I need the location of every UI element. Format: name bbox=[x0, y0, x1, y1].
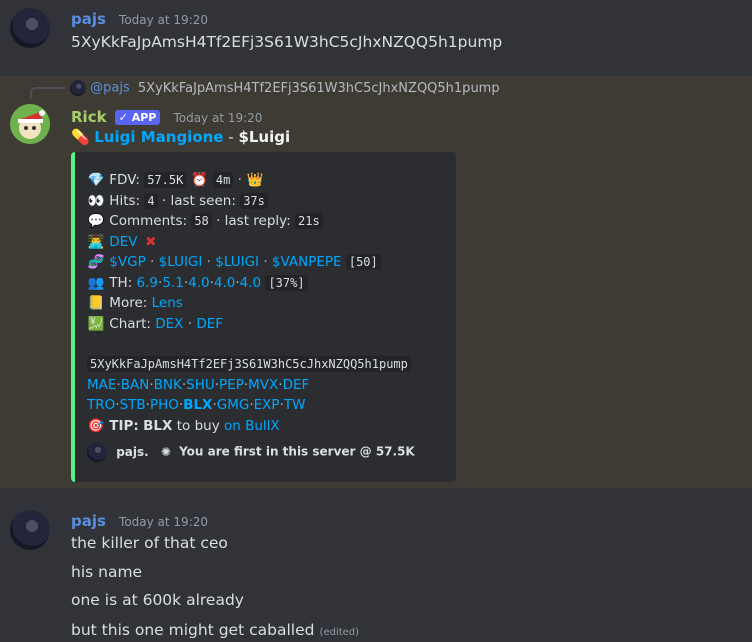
bot-avatar[interactable] bbox=[10, 104, 50, 144]
target-icon: 🎯 bbox=[87, 417, 105, 434]
message-line: one is at 600k already bbox=[71, 591, 244, 609]
th-link[interactable]: 5.1 bbox=[162, 275, 183, 291]
platform-link[interactable]: TRO bbox=[87, 397, 115, 413]
chart-link[interactable]: DEX bbox=[155, 316, 183, 332]
author-name[interactable]: pajs bbox=[71, 10, 106, 28]
th-link[interactable]: 4.0 bbox=[188, 275, 209, 291]
santa-hat-icon bbox=[18, 110, 45, 139]
lens-link[interactable]: Lens bbox=[152, 295, 183, 311]
th-link[interactable]: 4.0 bbox=[240, 275, 261, 291]
platform-link[interactable]: BNK bbox=[154, 377, 182, 393]
reply-spine bbox=[30, 87, 65, 99]
platform-link[interactable]: MVX bbox=[248, 377, 278, 393]
check-icon: ✓ bbox=[118, 111, 128, 124]
more-row: 📒 More: Lens bbox=[87, 293, 448, 314]
platform-link[interactable]: MAE bbox=[87, 377, 116, 393]
developer-icon: 👨‍💻 bbox=[87, 233, 105, 250]
dev-link[interactable]: DEV bbox=[109, 234, 137, 250]
ledger-icon: 📒 bbox=[87, 295, 105, 311]
app-badge: ✓ APP bbox=[114, 110, 161, 125]
title-link[interactable]: Luigi Mangione bbox=[94, 128, 223, 146]
footer-avatar bbox=[87, 442, 107, 462]
message-line: but this one might get caballed bbox=[71, 621, 315, 639]
title-ticker: $Luigi bbox=[238, 128, 291, 146]
platform-link[interactable]: PHO bbox=[150, 397, 179, 413]
ticker-link[interactable]: $LUIGI bbox=[159, 254, 203, 270]
contract-row: 5XyKkFaJpAmsH4Tf2EFj3S61W3hC5cJhxNZQQ5h1… bbox=[87, 354, 448, 375]
speech-bubble-icon: 💬 bbox=[87, 213, 105, 229]
bot-name[interactable]: Rick bbox=[71, 108, 107, 126]
clock-icon: ⏰ bbox=[191, 172, 209, 188]
reply-reference[interactable]: @pajs 5XyKkFaJpAmsH4Tf2EFj3S61W3hC5cJhxN… bbox=[70, 80, 500, 96]
platform-link[interactable]: TW bbox=[284, 397, 306, 413]
platform-link[interactable]: STB bbox=[120, 397, 146, 413]
chart-row: 💹 Chart: DEX · DEF bbox=[87, 314, 448, 335]
sparkle-icon: ✺ bbox=[160, 444, 171, 459]
fdv-row: 💎 FDV: 57.5K ⏰ 4m · 👑 bbox=[87, 170, 448, 191]
message-line: the killer of that ceo bbox=[71, 534, 228, 552]
holders-icon: 👥 bbox=[87, 274, 105, 291]
bullx-link[interactable]: on BullX bbox=[224, 418, 280, 434]
platform-link[interactable]: EXP bbox=[254, 397, 280, 413]
timestamp: Today at 19:20 bbox=[119, 13, 209, 27]
ticker-link[interactable]: $VANPEPE bbox=[272, 254, 342, 270]
message-text: 5XyKkFaJpAmsH4Tf2EFj3S61W3hC5cJhxNZQQ5h1… bbox=[71, 33, 503, 51]
links-row-1: MAE·BAN·BNK·SHU·PEP·MVX·DEF bbox=[87, 376, 310, 393]
tip-row: 🎯 TIP: BLX to buy on BullX bbox=[87, 416, 448, 437]
platform-link[interactable]: DEF bbox=[283, 377, 310, 393]
platform-link[interactable]: PEP bbox=[219, 377, 244, 393]
contract-address[interactable]: 5XyKkFaJpAmsH4Tf2EFj3S61W3hC5cJhxNZQQ5h1… bbox=[87, 356, 411, 372]
eyes-icon: 👀 bbox=[87, 192, 105, 209]
bot-timestamp: Today at 19:20 bbox=[173, 111, 263, 125]
reply-avatar bbox=[70, 80, 86, 96]
message-line: his name bbox=[71, 563, 143, 581]
platform-link[interactable]: GMG bbox=[217, 397, 250, 413]
platform-link[interactable]: BAN bbox=[121, 377, 150, 393]
edited-label: (edited) bbox=[319, 627, 360, 638]
th-link[interactable]: 4.0 bbox=[214, 275, 235, 291]
chart-icon: 💹 bbox=[87, 315, 105, 332]
th-row: 👥 TH: 6.9·5.1·4.0·4.0·4.0 [37%] bbox=[87, 273, 448, 294]
ticker-link[interactable]: $VGP bbox=[109, 254, 145, 270]
fdv-value: 57.5K bbox=[144, 172, 187, 188]
links-row-2: TRO·STB·PHO·BLX·GMG·EXP·TW bbox=[87, 397, 306, 413]
th-link[interactable]: 6.9 bbox=[137, 275, 158, 291]
reply-text: 5XyKkFaJpAmsH4Tf2EFj3S61W3hC5cJhxNZQQ5h1… bbox=[137, 80, 500, 96]
dev-row: 👨‍💻 DEV ✖ bbox=[87, 232, 448, 253]
embed-footer: pajs. ✺ You are first in this server @ 5… bbox=[87, 442, 415, 462]
user-avatar[interactable] bbox=[10, 8, 50, 48]
pill-icon: 💊 bbox=[71, 128, 90, 146]
chart-link[interactable]: DEF bbox=[196, 316, 223, 332]
message-1: pajs Today at 19:20 5XyKkFaJpAmsH4Tf2EFj… bbox=[0, 0, 752, 76]
crown-icon: 👑 bbox=[246, 172, 264, 188]
user-avatar[interactable] bbox=[10, 510, 50, 550]
diamond-icon: 💎 bbox=[87, 172, 105, 188]
reply-author[interactable]: @pajs bbox=[90, 81, 130, 96]
title-sep: - bbox=[223, 128, 239, 146]
ticker-link[interactable]: $LUIGI bbox=[215, 254, 259, 270]
age-value: 4m bbox=[212, 172, 234, 188]
hits-row: 👀 Hits: 4 · last seen: 37s bbox=[87, 191, 448, 212]
comments-row: 💬 Comments: 58 · last reply: 21s bbox=[87, 211, 448, 232]
embed: 💎 FDV: 57.5K ⏰ 4m · 👑 👀 Hits: 4 · last s… bbox=[71, 152, 456, 482]
timestamp: Today at 19:20 bbox=[119, 515, 209, 529]
tickers-row: 🧬 $VGP · $LUIGI · $LUIGI · $VANPEPE [50] bbox=[87, 252, 448, 273]
bot-message: @pajs 5XyKkFaJpAmsH4Tf2EFj3S61W3hC5cJhxN… bbox=[0, 76, 752, 488]
platform-link[interactable]: SHU bbox=[186, 377, 215, 393]
message-3: pajs Today at 19:20 the killer of that c… bbox=[0, 488, 752, 642]
platform-link[interactable]: BLX bbox=[183, 397, 212, 413]
dna-icon: 🧬 bbox=[87, 254, 105, 270]
no-x-icon: ✖ bbox=[145, 233, 157, 250]
author-name[interactable]: pajs bbox=[71, 512, 106, 530]
